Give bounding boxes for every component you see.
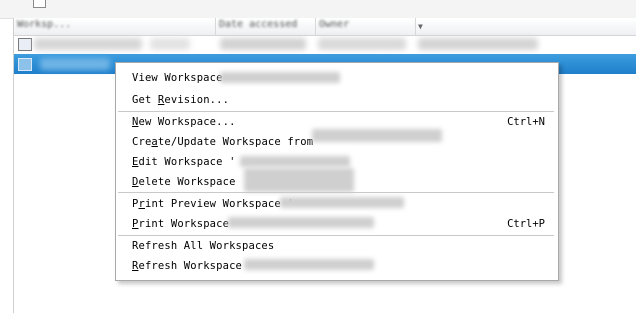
menu-mnemonic: R (132, 260, 139, 272)
delete-workspace-name (244, 168, 354, 192)
menu-item-get-revision[interactable]: Get Revision... (132, 91, 229, 109)
view-workspace-name (220, 72, 340, 83)
workspace-row-name-extra (150, 38, 190, 50)
top-checkbox[interactable] (33, 0, 46, 8)
menu-mnemonic: N (132, 116, 139, 128)
shortcut-ctrl-p: Ctrl+P (507, 218, 545, 230)
menu-mnemonic: E (132, 156, 139, 168)
menu-item-refresh-workspace[interactable]: Refresh Workspace (132, 257, 242, 275)
menu-mnemonic: P (132, 218, 139, 230)
context-menu: View Workspace Get Revision... New Works… (115, 62, 559, 281)
column-header-extra[interactable] (418, 18, 635, 35)
workspace-row-owner (318, 38, 406, 50)
print-workspace-name (228, 217, 374, 228)
menu-item-print-preview-workspace[interactable]: Print Preview Workspace ' (132, 195, 294, 213)
workspace-row-extra (418, 38, 538, 50)
menu-item-print-workspace[interactable]: Print Workspace (132, 215, 229, 233)
edit-workspace-name (240, 156, 350, 167)
menu-item-view-workspace[interactable]: View Workspace (132, 69, 223, 87)
menu-item-delete-workspace[interactable]: Delete Workspace (132, 173, 236, 191)
menu-item-edit-workspace[interactable]: Edit Workspace ' (132, 153, 236, 171)
top-toolbar-strip (0, 0, 636, 19)
menu-mnemonic: r (138, 198, 145, 210)
menu-item-refresh-all-workspaces[interactable]: Refresh All Workspaces (132, 237, 274, 255)
workspace-row-name[interactable] (34, 38, 142, 50)
column-header-owner[interactable]: Owner (316, 18, 416, 35)
menu-mnemonic: a (151, 136, 158, 148)
menu-mnemonic: R (157, 94, 165, 106)
create-update-source-name (312, 129, 442, 142)
column-header-workspace[interactable]: Worksp... (14, 18, 216, 35)
refresh-workspace-name (244, 259, 374, 270)
print-preview-workspace-name (280, 197, 404, 208)
workspace-icon (18, 38, 32, 51)
menu-item-new-workspace[interactable]: New Workspace... (132, 113, 236, 131)
menu-separator (118, 192, 554, 193)
selected-row-name (40, 58, 110, 70)
list-header: Worksp... Date accessed Owner ▼ (14, 18, 636, 36)
workspace-selected-icon (18, 58, 32, 71)
menu-mnemonic: D (132, 176, 139, 188)
column-header-date-accessed[interactable]: Date accessed (216, 18, 316, 35)
menu-separator (118, 235, 554, 236)
workspace-row-date (220, 38, 306, 50)
menu-item-create-update-workspace[interactable]: Create/Update Workspace from (132, 133, 313, 151)
shortcut-ctrl-n: Ctrl+N (507, 116, 545, 128)
menu-separator (118, 111, 554, 112)
